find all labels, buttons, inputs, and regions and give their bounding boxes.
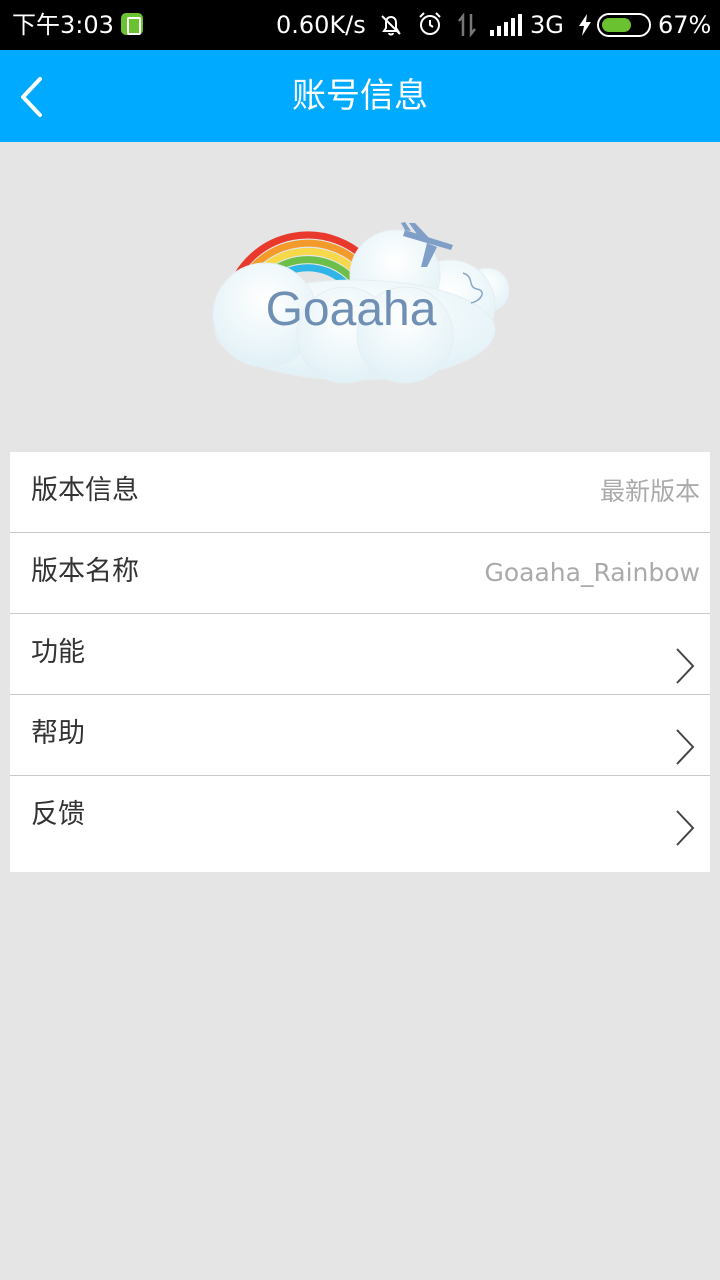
- bell-off-icon: [381, 15, 401, 36]
- row-label: 功能: [31, 637, 85, 668]
- status-bar: 下午3:03 0.60K/s 3G 67%: [0, 0, 720, 50]
- battery-icon: [597, 13, 651, 37]
- info-list: 版本信息 最新版本版本名称 Goaaha_Rainbow 功能帮助反馈: [10, 452, 710, 872]
- charging-icon: [579, 14, 591, 36]
- goaaha-logo: Goaaha: [212, 222, 510, 384]
- battery-percent: 67%: [658, 11, 712, 39]
- row-version-name: 版本名称 Goaaha_Rainbow: [10, 533, 710, 614]
- title-bar: 账号信息: [0, 50, 720, 142]
- alarm-icon: [419, 12, 441, 35]
- chevron-right-icon: [676, 810, 695, 846]
- app-notification-icon: [121, 13, 143, 35]
- status-time: 下午3:03: [12, 11, 114, 39]
- row-value: Goaaha_Rainbow: [484, 558, 700, 587]
- row-label: 版本名称: [31, 556, 139, 587]
- battery-level-fill: [602, 18, 632, 32]
- data-arrows-icon: [458, 12, 476, 38]
- chevron-right-icon: [676, 729, 695, 765]
- row-version-info: 版本信息 最新版本: [10, 452, 710, 533]
- row-feedback[interactable]: 反馈: [10, 776, 710, 872]
- row-value: 最新版本: [599, 477, 700, 506]
- row-features[interactable]: 功能: [10, 614, 710, 695]
- row-help[interactable]: 帮助: [10, 695, 710, 776]
- network-type: 3G: [530, 11, 564, 39]
- logo-text: Goaaha: [266, 283, 437, 336]
- network-speed: 0.60K/s: [276, 11, 366, 39]
- chevron-right-icon: [676, 648, 695, 684]
- row-label: 反馈: [31, 799, 85, 830]
- row-label: 帮助: [31, 718, 85, 749]
- signal-icon: [490, 14, 522, 36]
- row-label: 版本信息: [31, 475, 139, 506]
- page-title: 账号信息: [292, 76, 428, 116]
